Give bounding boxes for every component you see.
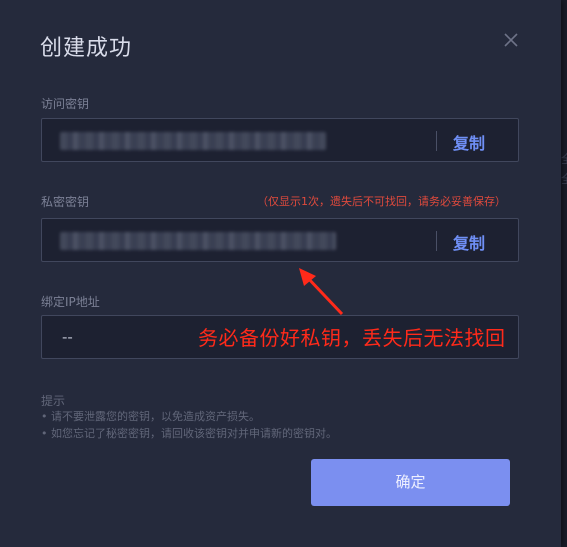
secret-key-field: 复制 (41, 218, 519, 262)
access-key-field: 复制 (41, 118, 519, 162)
copy-access-key-button[interactable]: 复制 (453, 130, 485, 154)
access-key-label: 访问密钥 (41, 97, 90, 111)
secret-key-warning: （仅显示1次，遗失后不可找回，请务必妥善保存） (257, 195, 506, 208)
tip-item: • 如您忘记了秘密密钥，请回收该密钥对并申请新的密钥对。 (41, 427, 337, 440)
backup-warning-annotation: 务必备份好私钥，丢失后无法找回 (198, 326, 506, 350)
secret-key-label: 私密密钥 (41, 195, 90, 209)
background-glyph: 全 (561, 150, 567, 167)
access-key-masked-value (60, 132, 326, 150)
secret-key-masked-value (60, 232, 336, 250)
tips-title: 提示 (41, 394, 66, 408)
dialog-title: 创建成功 (40, 36, 133, 61)
ip-binding-label: 绑定IP地址 (41, 295, 100, 309)
annotation-arrow-icon (299, 268, 344, 316)
copy-secret-key-button[interactable]: 复制 (453, 230, 485, 254)
ip-binding-value: -- (62, 328, 73, 346)
create-success-dialog: 创建成功 访问密钥 复制 私密密钥 （仅显示1次，遗失后不可找回，请务必妥善保存… (0, 0, 561, 547)
close-icon[interactable] (499, 28, 523, 52)
background-glyph: 全 (561, 170, 567, 187)
tip-item: • 请不要泄露您的密钥，以免造成资产损失。 (41, 410, 260, 423)
field-divider (436, 131, 437, 151)
field-divider (436, 231, 437, 251)
confirm-button[interactable]: 确定 (311, 459, 510, 506)
